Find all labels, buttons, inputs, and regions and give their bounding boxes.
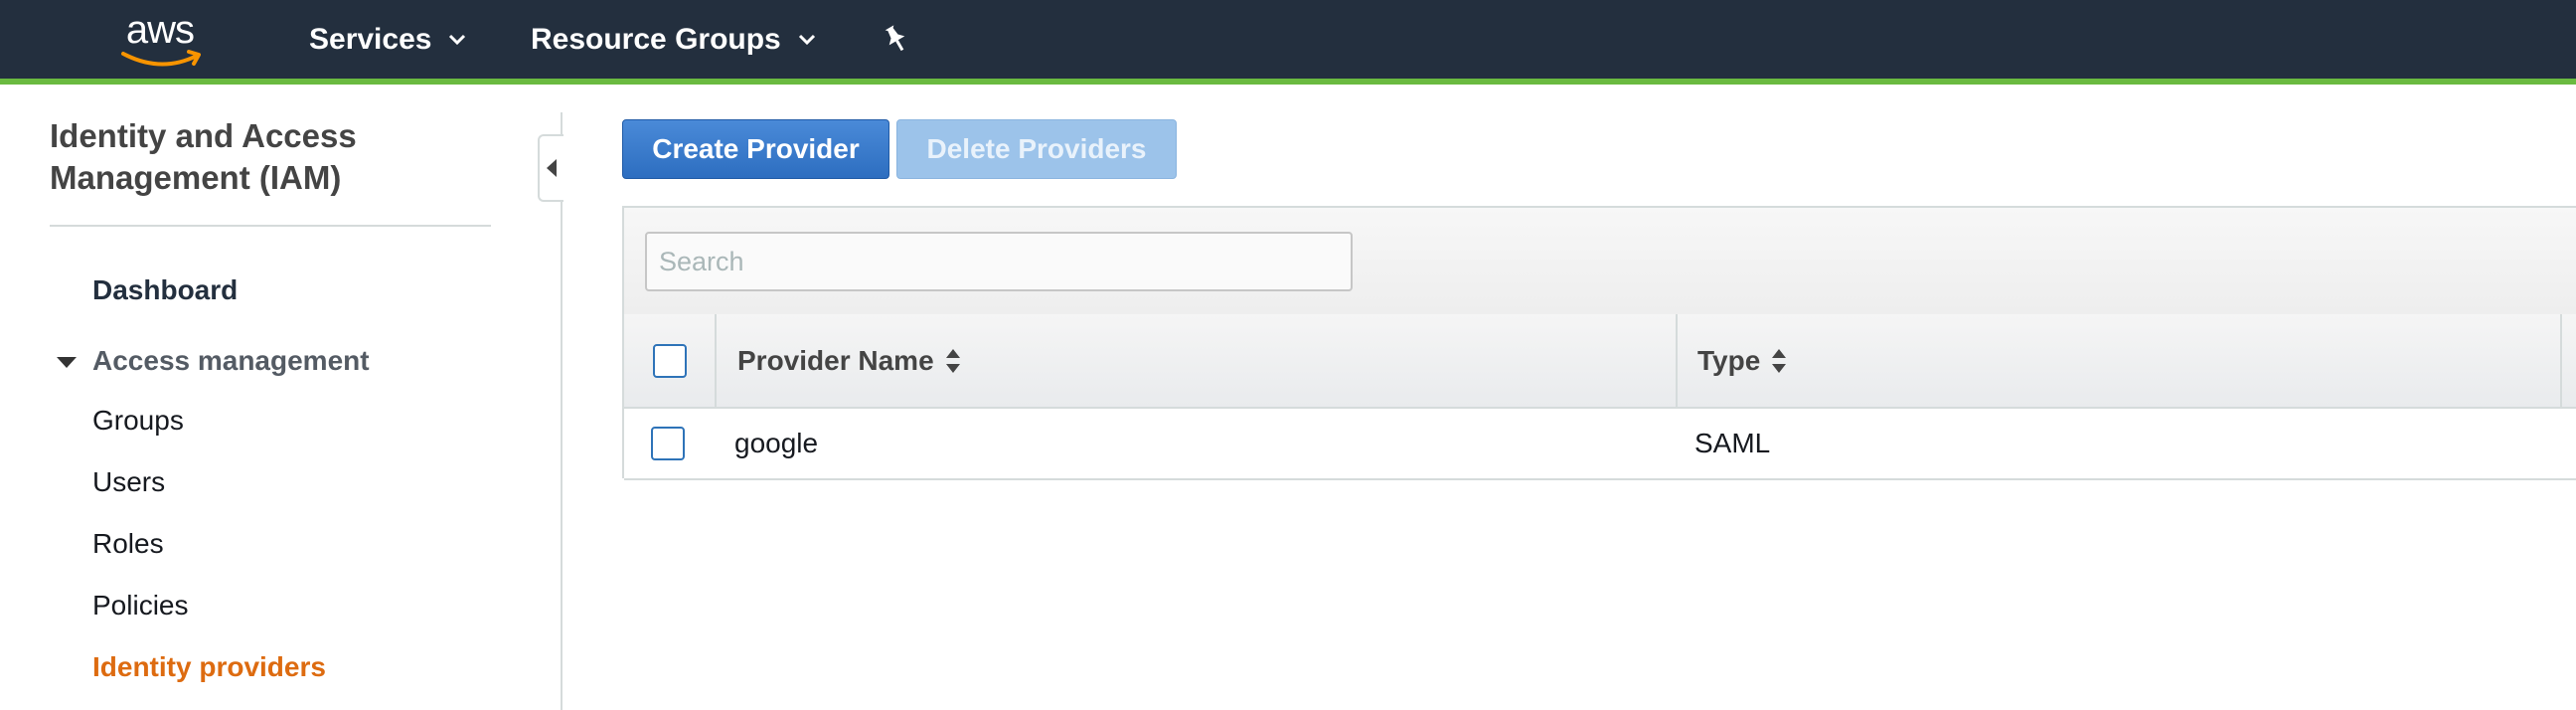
sidebar-divider	[50, 225, 491, 227]
column-divider	[715, 314, 717, 407]
providers-table: Provider Name Type google SAML	[622, 206, 2576, 480]
select-all-checkbox[interactable]	[653, 344, 687, 378]
sidebar-item-dashboard[interactable]: Dashboard	[92, 274, 238, 306]
sort-icon	[1772, 348, 1787, 373]
create-provider-button[interactable]: Create Provider	[622, 119, 889, 179]
collapse-sidebar-button[interactable]	[538, 134, 564, 202]
provider-type-cell: SAML	[1694, 428, 1771, 458]
search-bar	[624, 208, 2576, 316]
search-input[interactable]	[645, 232, 1353, 291]
column-header-provider-name[interactable]: Provider Name	[737, 314, 960, 407]
resource-groups-label: Resource Groups	[531, 22, 781, 56]
table-header-row: Provider Name Type	[624, 314, 2576, 409]
caret-left-icon	[547, 159, 557, 177]
sidebar-item-groups[interactable]: Groups	[92, 405, 184, 437]
column-header-label: Provider Name	[737, 344, 934, 376]
pushpin-icon	[885, 24, 905, 51]
row-checkbox[interactable]	[651, 427, 685, 460]
table-row[interactable]: google SAML	[624, 409, 2576, 480]
sidebar-border	[561, 112, 563, 710]
provider-name-cell[interactable]: google	[734, 409, 818, 478]
sidebar-section-label: Access management	[92, 345, 370, 376]
sort-icon	[945, 348, 960, 373]
column-divider	[2560, 314, 2562, 407]
column-divider	[1676, 314, 1678, 407]
pin-button[interactable]	[879, 0, 914, 79]
sidebar-item-identity-providers[interactable]: Identity providers	[92, 651, 326, 683]
sidebar-title: Identity and Access Management (IAM)	[50, 117, 357, 196]
resource-groups-menu[interactable]: Resource Groups	[531, 0, 817, 79]
sidebar-item-policies[interactable]: Policies	[92, 590, 188, 621]
sidebar-section-access-management[interactable]: Access management	[57, 345, 370, 377]
sidebar-item-roles[interactable]: Roles	[92, 528, 164, 560]
caret-down-icon	[57, 356, 77, 368]
delete-providers-button[interactable]: Delete Providers	[896, 119, 1177, 179]
services-label: Services	[309, 22, 432, 56]
sidebar-item-users[interactable]: Users	[92, 466, 165, 498]
aws-logo[interactable]: aws	[115, 10, 205, 72]
column-header-type[interactable]: Type	[1697, 314, 1787, 407]
column-header-label: Type	[1697, 344, 1761, 376]
sidebar: Identity and Access Management (IAM) Das…	[0, 85, 562, 710]
chevron-down-icon	[798, 34, 815, 45]
aws-logo-text: aws	[125, 8, 195, 52]
services-menu[interactable]: Services	[309, 0, 467, 79]
top-navigation-bar: aws Services Resource Groups	[0, 0, 2576, 85]
chevron-down-icon	[449, 34, 466, 45]
aws-smile-icon	[121, 50, 201, 67]
